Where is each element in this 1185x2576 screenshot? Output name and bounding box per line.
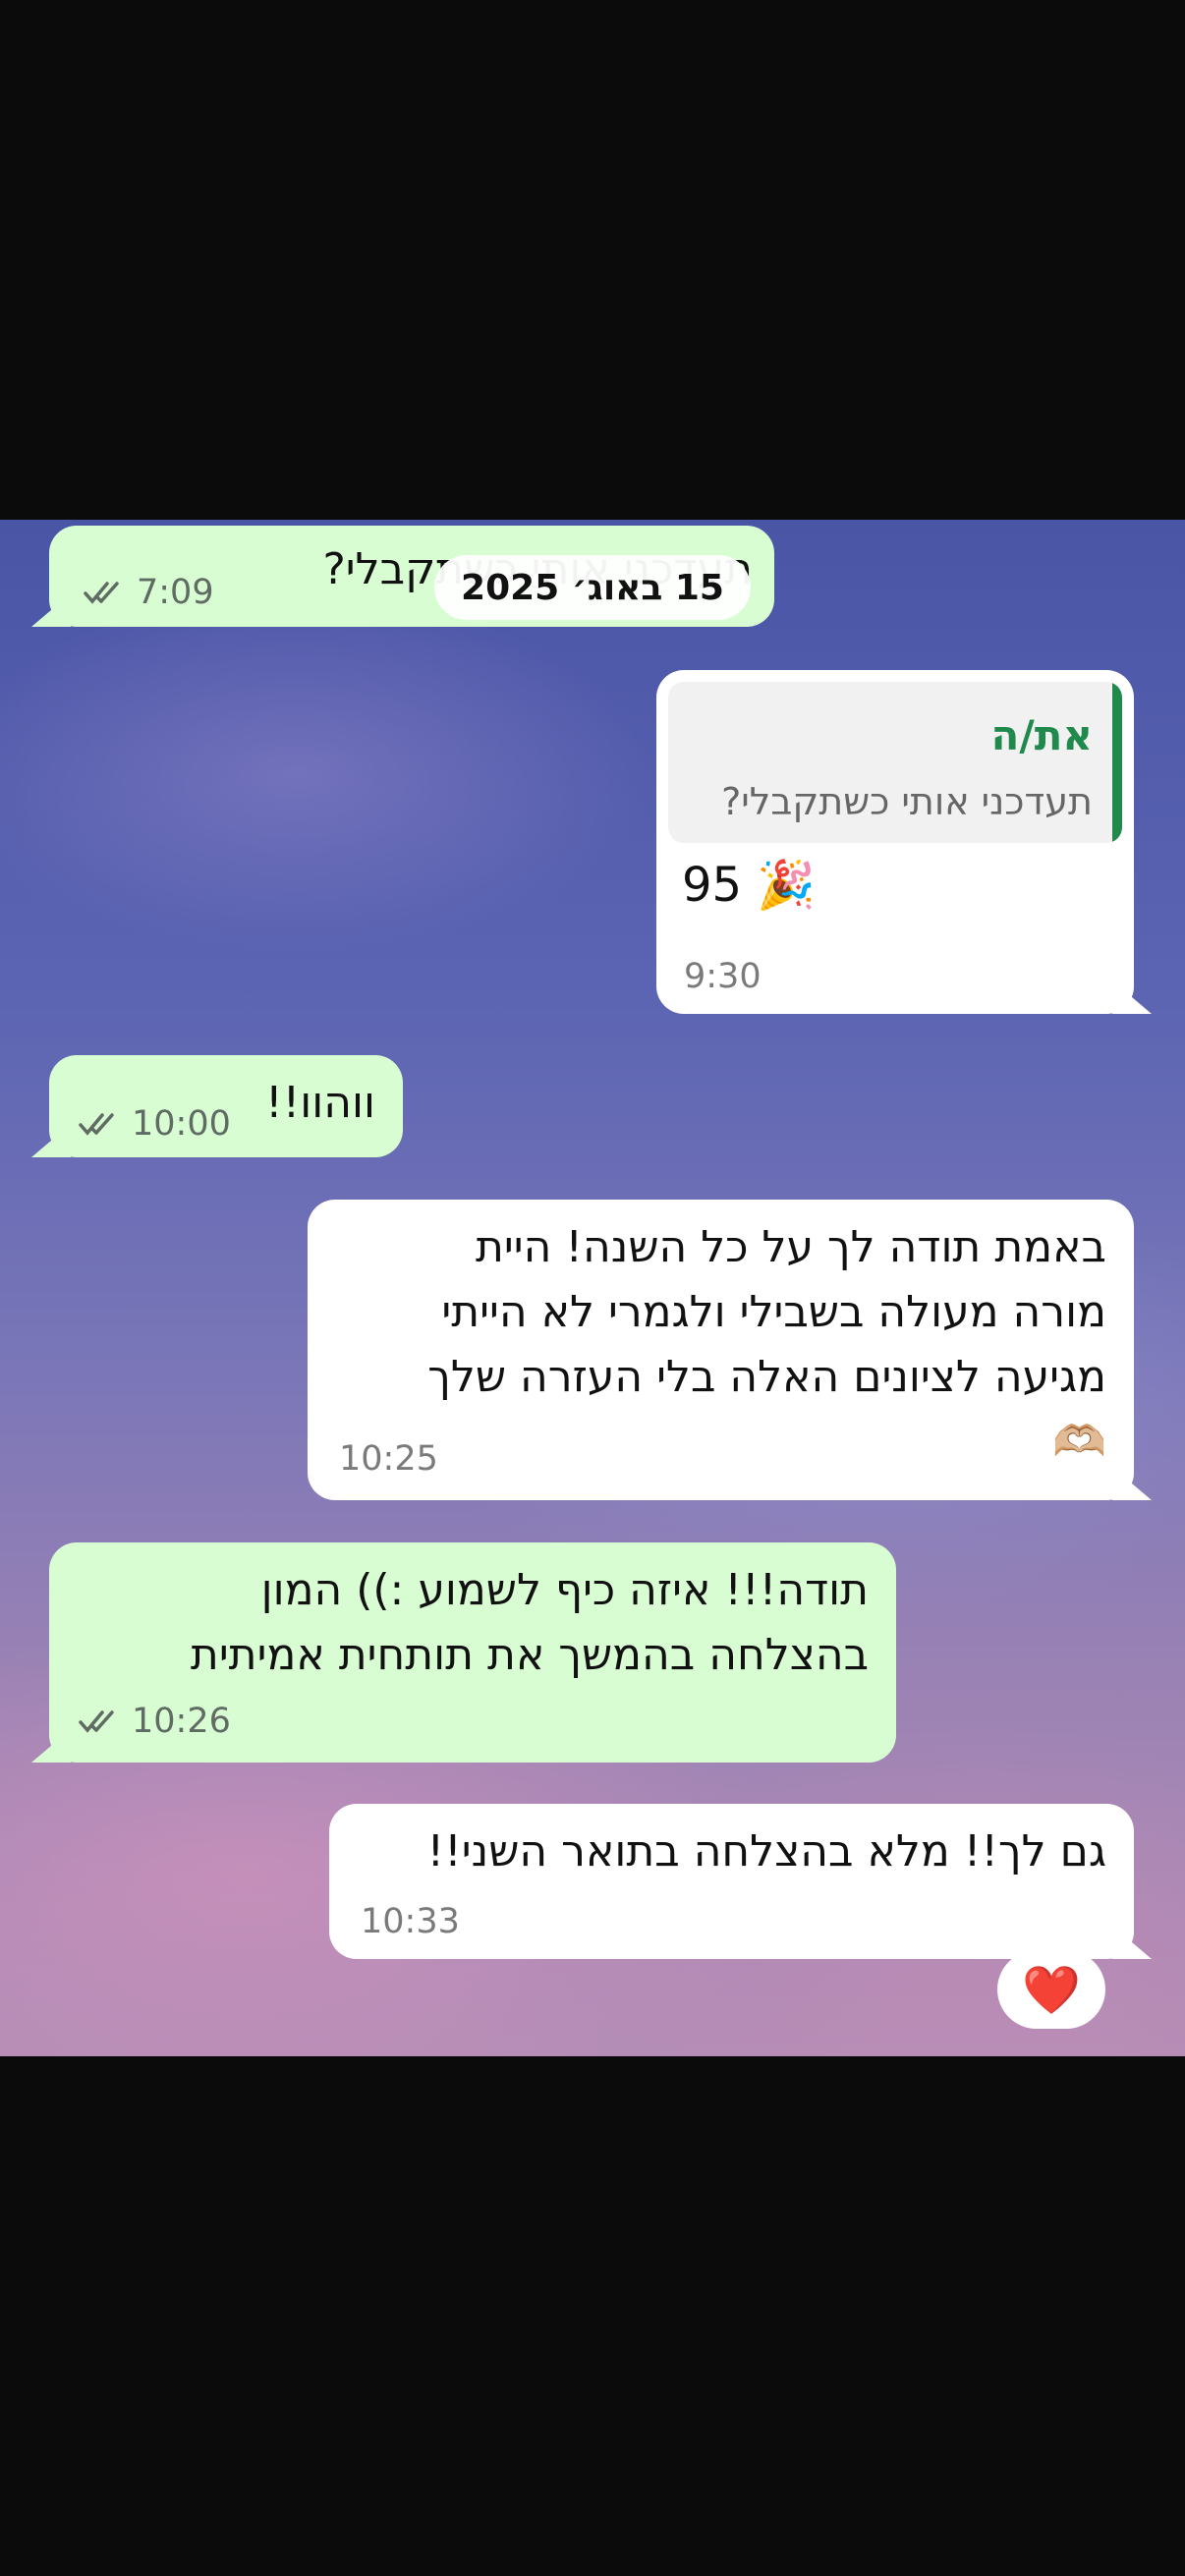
heart-hands-emoji: 🫶🏼 <box>1052 1417 1106 1467</box>
quote-accent-bar <box>1112 682 1122 843</box>
heart-reaction-icon[interactable]: ❤️ <box>997 1950 1105 2029</box>
message-time: 10:26 <box>132 1702 231 1741</box>
message-bubble-incoming[interactable]: את/ה תעדכני אותי כשתקבלי? 95 🎉 9:30 <box>656 670 1134 1014</box>
message-time: 10:00 <box>132 1104 231 1144</box>
message-line: תודה!!! איזה כיף לשמוע :)) המון <box>260 1565 869 1615</box>
message-meta: 10:00 <box>79 1104 231 1144</box>
message-text: 95 🎉 <box>682 858 817 913</box>
message-line: מורה מעולה בשבילי ולגמרי לא הייתי <box>441 1287 1106 1337</box>
message-meta: 10:33 <box>361 1902 460 1941</box>
message-line: באמת תודה לך על כל השנה! היית <box>476 1222 1106 1272</box>
message-text: ווהוו!! <box>265 1078 375 1128</box>
message-text: גם לך!! מלא בהצלחה בתואר השני!! <box>426 1826 1106 1876</box>
message-line: בהצלחה בהמשך את תותחית אמיתית <box>190 1630 869 1680</box>
message-time: 10:33 <box>361 1902 460 1941</box>
quote-text: תעדכני אותי כשתקבלי? <box>721 780 1093 823</box>
message-bubble-outgoing[interactable]: תודה!!! איזה כיף לשמוע :)) המון בהצלחה ב… <box>49 1542 896 1763</box>
quote-author: את/ה <box>990 711 1093 759</box>
double-check-icon <box>84 582 119 604</box>
message-meta: 7:09 <box>84 573 214 612</box>
message-meta: 9:30 <box>684 957 762 996</box>
date-separator: 15 באוג׳ 2025 <box>434 555 751 620</box>
message-meta: 10:26 <box>79 1702 231 1741</box>
message-meta: 10:25 <box>339 1439 438 1479</box>
message-time: 9:30 <box>684 957 762 996</box>
message-line: מגיעה לציונים האלה בלי העזרה שלך <box>427 1352 1106 1402</box>
message-bubble-outgoing[interactable]: ווהוו!! 10:00 <box>49 1055 403 1157</box>
double-check-icon <box>79 1710 114 1733</box>
message-time: 10:25 <box>339 1439 438 1479</box>
message-bubble-incoming[interactable]: גם לך!! מלא בהצלחה בתואר השני!! 10:33 <box>329 1804 1134 1959</box>
message-time: 7:09 <box>137 573 214 612</box>
message-bubble-incoming[interactable]: באמת תודה לך על כל השנה! היית מורה מעולה… <box>308 1200 1134 1500</box>
double-check-icon <box>79 1113 114 1136</box>
quoted-message[interactable]: את/ה תעדכני אותי כשתקבלי? <box>668 682 1122 843</box>
